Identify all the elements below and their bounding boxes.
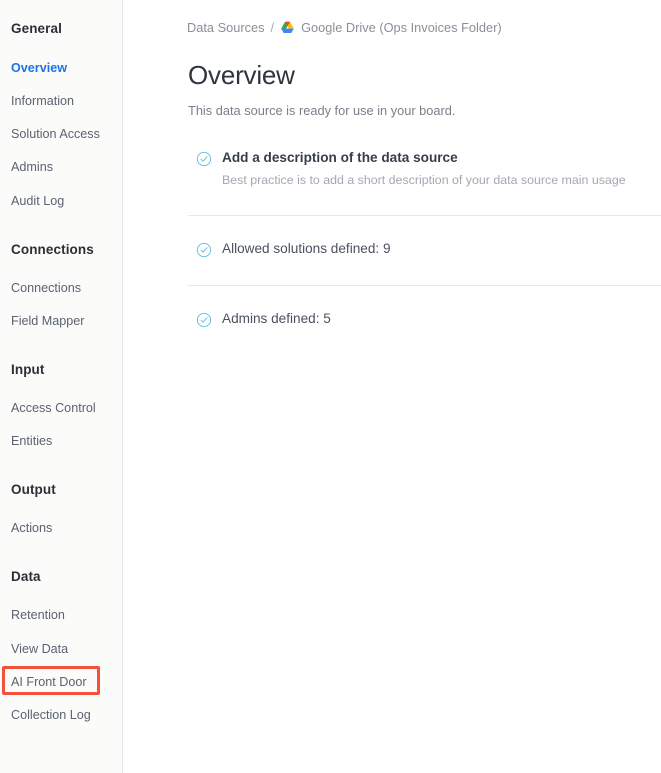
page-subtitle: This data source is ready for use in you… [188,105,455,118]
sidebar-group-title-output: Output [0,483,56,497]
sidebar-item-entities[interactable]: Entities [0,435,52,448]
check-circle-icon [196,242,212,258]
sidebar-item-solution-access[interactable]: Solution Access [0,128,100,141]
checklist-item[interactable]: Admins defined: 5 [123,311,661,328]
sidebar-group-title-general: General [0,22,62,36]
breadcrumb-current-data-source[interactable]: Google Drive (Ops Invoices Folder) [301,22,502,35]
sidebar-item-connections[interactable]: Connections [0,282,81,295]
breadcrumb-separator: / [271,22,275,35]
checklist-item[interactable]: Allowed solutions defined: 9 [123,241,661,258]
main-content: Data Sources / Google Drive (Ops Invoice… [123,0,661,773]
sidebar-item-field-mapper[interactable]: Field Mapper [0,315,85,328]
sidebar-item-retention[interactable]: Retention [0,609,65,622]
sidebar-item-admins[interactable]: Admins [0,161,53,174]
breadcrumb-link-data-sources[interactable]: Data Sources [187,22,265,35]
page-title: Overview [188,62,295,88]
checklist-item-subtitle: Best practice is to add a short descript… [222,173,626,187]
checklist-divider [188,285,661,286]
breadcrumb: Data Sources / Google Drive (Ops Invoice… [187,21,502,35]
checklist-item[interactable]: Add a description of the data source Bes… [123,150,661,187]
checklist-item-title: Admins defined: 5 [222,311,331,327]
sidebar-group-title-input: Input [0,363,45,377]
google-drive-icon [280,21,295,35]
check-circle-icon [196,312,212,328]
checklist-item-title: Allowed solutions defined: 9 [222,241,391,257]
checklist-divider [188,215,661,216]
checklist-item-title: Add a description of the data source [222,150,626,166]
app-window: General Overview Information Solution Ac… [0,0,661,773]
sidebar-item-overview[interactable]: Overview [0,62,67,75]
sidebar-item-audit-log[interactable]: Audit Log [0,195,64,208]
sidebar-item-information[interactable]: Information [0,95,74,108]
sidebar-item-access-control[interactable]: Access Control [0,402,96,415]
sidebar: General Overview Information Solution Ac… [0,0,123,773]
sidebar-item-collection-log[interactable]: Collection Log [0,709,91,722]
sidebar-item-actions[interactable]: Actions [0,522,52,535]
sidebar-group-title-connections: Connections [0,243,94,257]
sidebar-item-ai-front-door[interactable]: AI Front Door [0,676,87,689]
sidebar-group-title-data: Data [0,570,41,584]
sidebar-item-view-data[interactable]: View Data [0,643,68,656]
check-circle-icon [196,151,212,167]
